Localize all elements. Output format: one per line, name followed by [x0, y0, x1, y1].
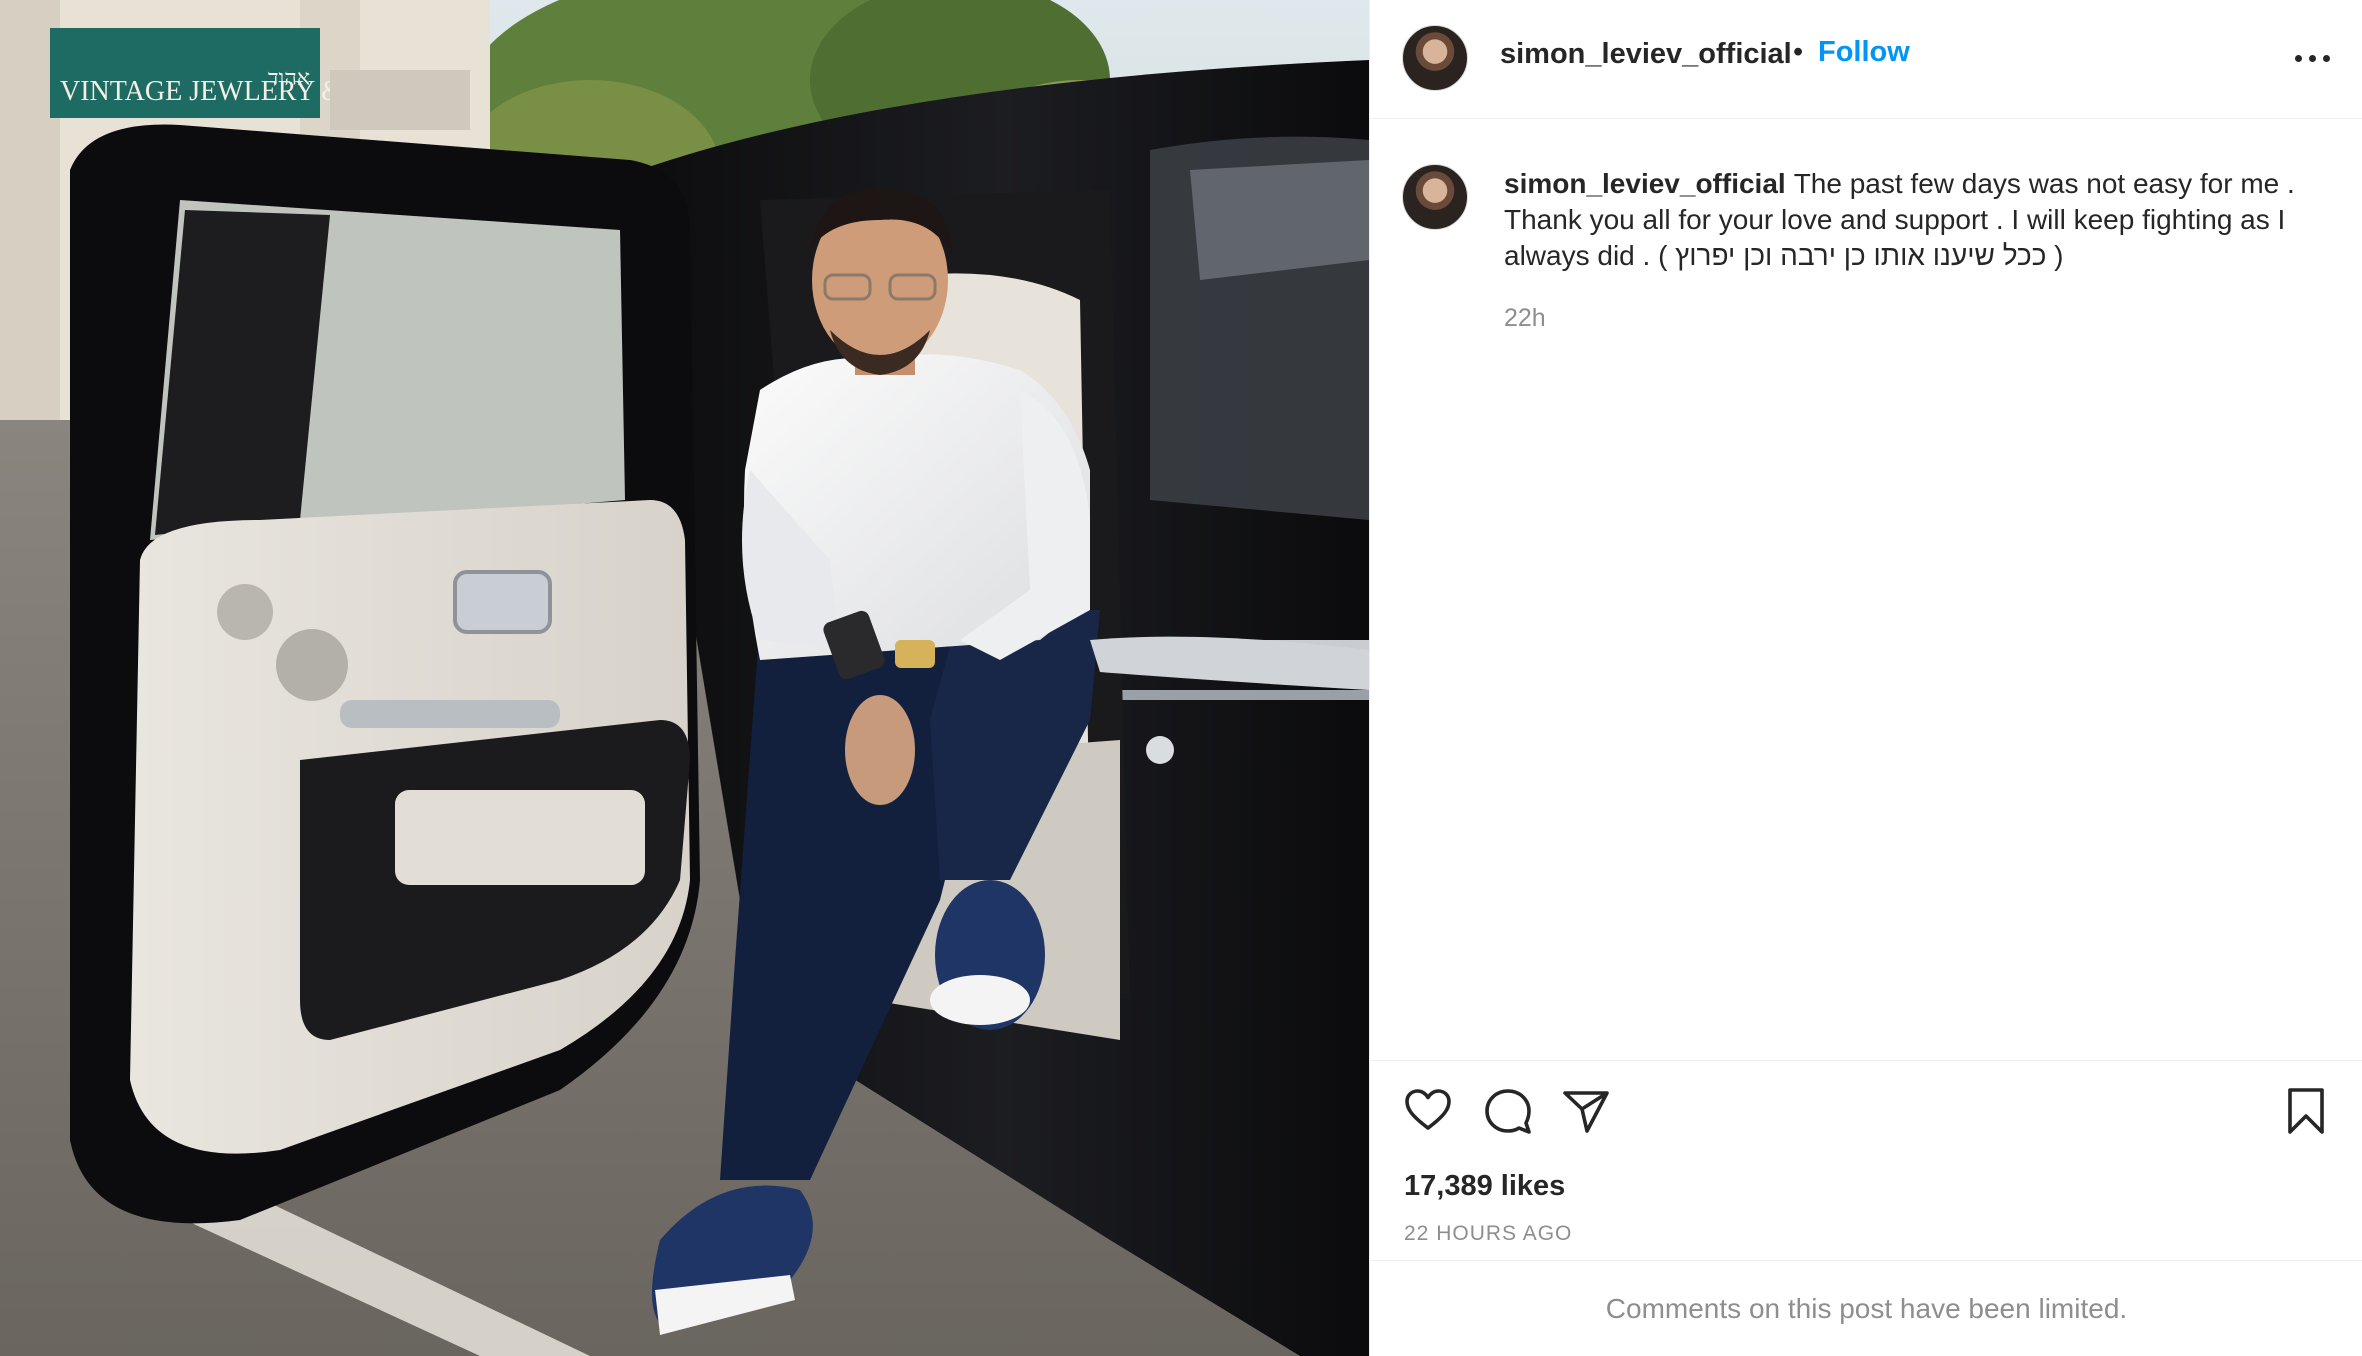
heart-icon[interactable] — [1402, 1085, 1454, 1137]
bookmark-icon[interactable] — [2280, 1085, 2332, 1137]
post-header: simon_leviev_official • Follow — [1370, 0, 2362, 119]
caption-username[interactable]: simon_leviev_official — [1504, 168, 1786, 199]
post-image[interactable]: VINTAGE JEWLERY & GIFTS אהוד — [0, 0, 1369, 1356]
header-username[interactable]: simon_leviev_official — [1500, 38, 1792, 71]
storefront-sign-hebrew: אהוד — [268, 65, 310, 90]
post-side-panel: simon_leviev_official • Follow simon_lev… — [1369, 0, 2362, 1356]
comment-icon[interactable] — [1482, 1085, 1534, 1137]
comments-limited-notice: Comments on this post have been limited. — [1370, 1260, 2362, 1356]
follow-button[interactable]: Follow — [1818, 36, 1910, 69]
post-timestamp[interactable]: 22 HOURS AGO — [1404, 1222, 1572, 1246]
caption-timestamp[interactable]: 22h — [1504, 304, 1546, 333]
post-photo-illustration: VINTAGE JEWLERY & GIFTS אהוד — [0, 0, 1369, 1356]
header-separator-dot: • — [1793, 36, 1804, 68]
action-bar — [1370, 1060, 2362, 1134]
caption-avatar[interactable] — [1402, 164, 1468, 230]
more-options-icon[interactable] — [2291, 38, 2335, 78]
likes-count[interactable]: 17,389 likes — [1404, 1170, 1565, 1203]
share-icon[interactable] — [1560, 1085, 1612, 1137]
caption-text: simon_leviev_official The past few days w… — [1504, 166, 2334, 274]
header-avatar[interactable] — [1402, 25, 1468, 91]
